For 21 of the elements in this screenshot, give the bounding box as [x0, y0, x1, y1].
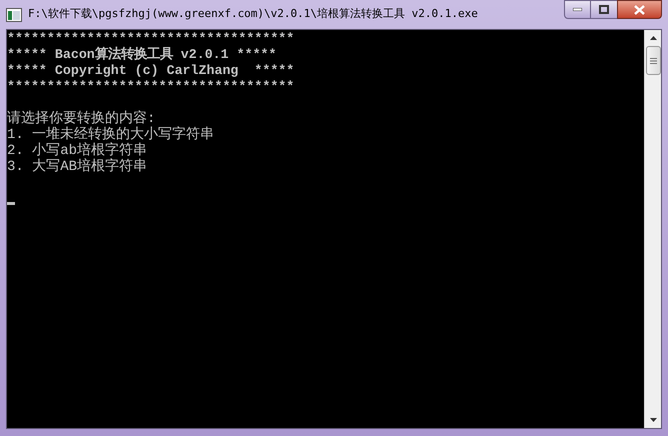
maximize-icon — [599, 5, 609, 14]
close-button[interactable] — [617, 0, 662, 19]
minimize-icon — [573, 8, 582, 11]
banner-line: ***** Copyright (c) CarlZhang ***** — [7, 63, 294, 79]
minimize-button[interactable] — [564, 0, 591, 19]
menu-line: 1. 一堆未经转换的大小写字符串 — [7, 127, 214, 143]
banner-line: ************************************ — [7, 79, 294, 95]
scroll-up-icon[interactable] — [650, 36, 656, 40]
menu-line: 请选择你要转换的内容: — [7, 111, 156, 127]
scroll-thumb[interactable] — [646, 46, 660, 75]
maximize-button[interactable] — [591, 0, 617, 19]
close-icon — [634, 4, 645, 14]
banner-line: ***** Bacon算法转换工具 v2.0.1 ***** — [7, 47, 277, 63]
scroll-down-icon[interactable] — [650, 418, 656, 422]
menu-line: 3. 大写AB培根字符串 — [7, 159, 148, 175]
menu-line: 2. 小写ab培根字符串 — [7, 143, 148, 159]
window-title: F:\软件下载\pgsfzhgj(www.greenxf.com)\v2.0.1\培根算法转换工具 v2.0.1.exe — [28, 6, 478, 22]
grip-icon — [650, 58, 656, 64]
console-app-icon — [6, 8, 22, 22]
vertical-scrollbar[interactable] — [644, 30, 661, 428]
banner-line: ************************************ — [7, 31, 294, 46]
